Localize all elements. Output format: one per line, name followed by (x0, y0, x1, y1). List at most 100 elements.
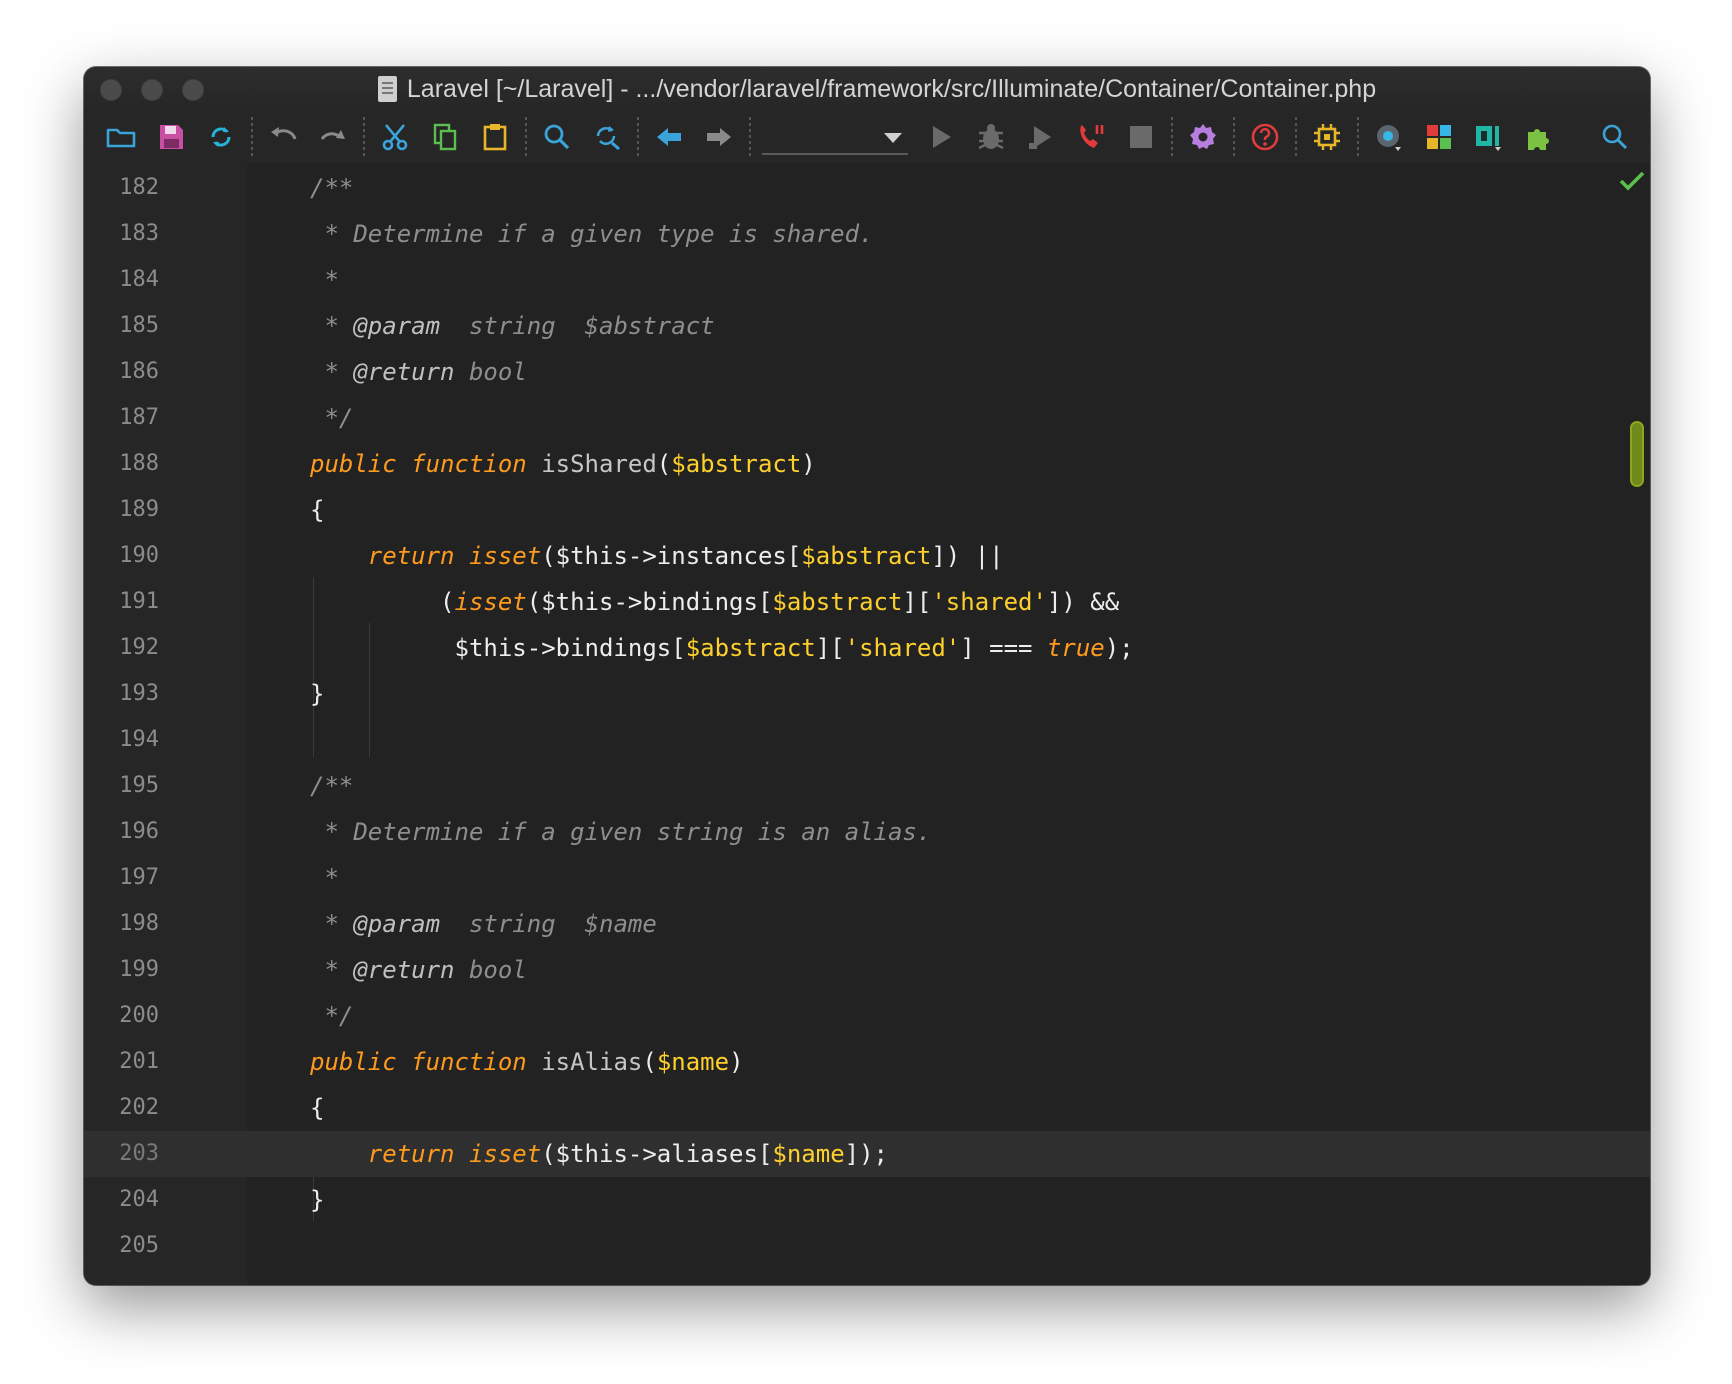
code-line[interactable]: 191 (isset($this->bindings[$abstract]['s… (84, 579, 1650, 625)
toolbar-separator (525, 117, 527, 157)
listen-debug-connections-button[interactable] (1066, 116, 1116, 158)
save-button[interactable] (146, 116, 196, 158)
code-line[interactable]: 204} (84, 1177, 1650, 1223)
code-token: ]); (844, 1140, 888, 1168)
code-line[interactable]: 193} (84, 671, 1650, 717)
line-number: 187 (119, 405, 159, 430)
cut-button[interactable] (370, 116, 420, 158)
window-title-group: Laravel [~/Laravel] - .../vendor/laravel… (377, 75, 1376, 104)
toolbar-separator (1357, 117, 1359, 157)
plugin-chip-button[interactable] (1302, 116, 1352, 158)
vertical-scrollbar-thumb[interactable] (1630, 421, 1644, 487)
line-number: 203 (119, 1141, 159, 1166)
code-text: } (310, 671, 324, 717)
code-line[interactable]: 189 { (84, 487, 1650, 533)
code-token: bool (454, 358, 527, 386)
find-button[interactable] (532, 116, 582, 158)
line-number: 196 (119, 819, 159, 844)
code-line[interactable]: 194 (84, 717, 1650, 763)
code-line[interactable]: 197 * (84, 855, 1650, 901)
code-line[interactable]: 203 return isset($this->aliases[$name]); (84, 1131, 1650, 1177)
minimize-window-button[interactable] (141, 79, 163, 101)
code-token: function (411, 450, 527, 478)
code-token: return (367, 1140, 455, 1168)
synchronize-button[interactable] (196, 116, 246, 158)
code-line[interactable]: 184 * (84, 257, 1650, 303)
code-line[interactable]: 192 $this->bindings[$abstract]['shared']… (84, 625, 1650, 671)
code-token: function (411, 1048, 527, 1076)
code-line[interactable]: 187 */ (84, 395, 1650, 441)
structure-button[interactable] (1414, 116, 1464, 158)
code-line[interactable]: 185 * @param string $abstract (84, 303, 1650, 349)
open-folder-button[interactable] (96, 116, 146, 158)
code-area[interactable]: 182 /** 183 * Determine if a given type is… (84, 163, 1650, 1285)
settings-gear-icon (1190, 124, 1216, 149)
run-button[interactable] (916, 116, 966, 158)
code-token: * (310, 312, 354, 340)
line-number: 193 (119, 681, 159, 706)
code-line[interactable]: 202 { (84, 1085, 1650, 1131)
sync-icon (211, 127, 231, 147)
main-toolbar (84, 111, 1650, 163)
line-number: 190 (119, 543, 159, 568)
line-number: 204 (119, 1187, 159, 1212)
code-line[interactable]: 205 (84, 1223, 1650, 1269)
code-line[interactable]: 200 */ (84, 993, 1650, 1039)
code-line[interactable]: 198 * @param string $name (84, 901, 1650, 947)
code-line[interactable]: 182 /** (84, 165, 1650, 211)
back-arrow-icon (657, 128, 681, 146)
code-token: ($this->instances[ (541, 542, 802, 570)
settings-button[interactable] (1178, 116, 1228, 158)
code-token: ( (656, 450, 672, 478)
code-line[interactable]: 190 return isset($this->instances[$abstr… (84, 533, 1650, 579)
code-token: ( (642, 1048, 657, 1076)
code-token: bool (454, 956, 527, 984)
undo-button[interactable] (258, 116, 308, 158)
code-token: isset (468, 1140, 542, 1168)
search-everywhere-button[interactable] (1590, 116, 1640, 158)
run-configuration-select[interactable] (762, 119, 908, 155)
close-window-button[interactable] (100, 79, 122, 101)
zoom-window-button[interactable] (182, 79, 204, 101)
code-token: @return (353, 956, 455, 984)
code-line[interactable]: 199 * @return bool (84, 947, 1650, 993)
line-number: 192 (119, 635, 159, 660)
code-line[interactable]: 196 * Determine if a given string is an … (84, 809, 1650, 855)
line-number: 205 (119, 1233, 159, 1258)
code-text: /** (310, 763, 353, 809)
code-line[interactable]: 195 /** (84, 763, 1650, 809)
database-button[interactable] (1364, 116, 1414, 158)
plugins-button[interactable] (1514, 116, 1564, 158)
save-icon (160, 125, 183, 149)
data-sources-button[interactable] (1464, 116, 1514, 158)
code-line[interactable]: 188 public function isShared($abstract) (84, 441, 1650, 487)
replace-button[interactable] (582, 116, 632, 158)
code-token: { (310, 1094, 325, 1122)
code-token: * (310, 358, 354, 386)
redo-button[interactable] (308, 116, 358, 158)
navigate-back-button[interactable] (644, 116, 694, 158)
code-token: * (310, 956, 354, 984)
plugins-puzzle-icon (1528, 129, 1549, 150)
line-number: 182 (119, 175, 159, 200)
debug-icon (978, 124, 1004, 150)
debug-button[interactable] (966, 116, 1016, 158)
code-text: */ (310, 993, 353, 1039)
code-line[interactable]: 186 * @return bool (84, 349, 1650, 395)
code-token: $name (772, 1140, 845, 1168)
code-token: ) (801, 450, 816, 478)
paste-button[interactable] (470, 116, 520, 158)
code-line[interactable]: 201 public function isAlias($name) (84, 1039, 1650, 1085)
code-line[interactable]: 183 * Determine if a given type is share… (84, 211, 1650, 257)
line-number: 183 (119, 221, 159, 246)
run-with-coverage-button[interactable] (1016, 116, 1066, 158)
stop-button[interactable] (1116, 116, 1166, 158)
copy-button[interactable] (420, 116, 470, 158)
line-number: 200 (119, 1003, 159, 1028)
database-icon (1377, 125, 1401, 151)
help-button[interactable] (1240, 116, 1290, 158)
code-editor[interactable]: 182 /** 183 * Determine if a given type is… (84, 163, 1650, 1285)
navigate-forward-button[interactable] (694, 116, 744, 158)
code-token: ( (310, 588, 455, 616)
